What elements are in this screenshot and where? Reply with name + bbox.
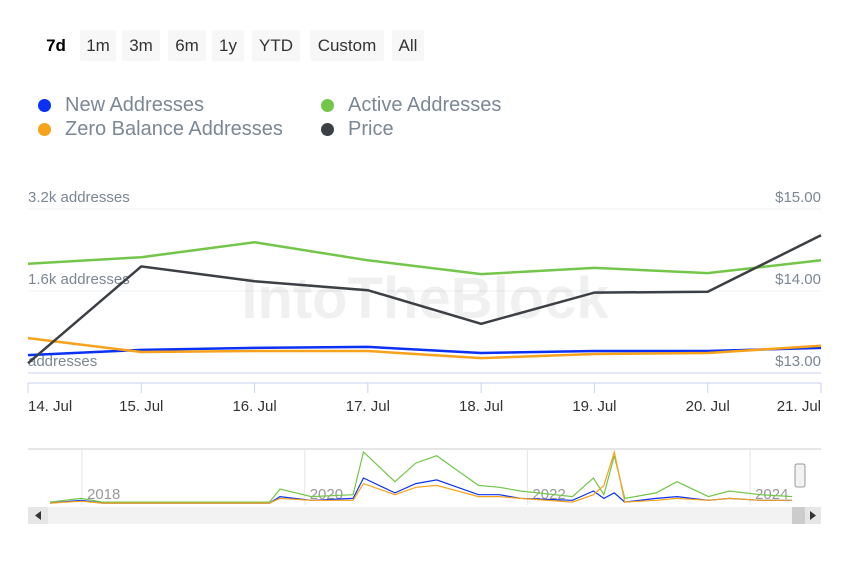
x-axis-label: 18. Jul [459,398,503,415]
scrollbar-track[interactable] [28,507,821,524]
x-axis-label: 20. Jul [686,398,730,415]
x-axis-label: 16. Jul [232,398,276,415]
right-axis-label: $14.00 [775,271,821,288]
right-axis-label: $15.00 [775,189,821,206]
left-axis-label: 1.6k addresses [28,271,130,288]
chart: addresses $13.001.6k addresses $14.003.2k … [27,189,822,524]
x-axis-label: 15. Jul [119,398,163,415]
x-axis-label: 21. Jul [777,398,821,415]
x-axis-label: 14. Jul [28,398,72,415]
navigator-series-new [49,477,792,504]
navigator-series-zero [49,449,792,504]
left-axis-label: 3.2k addresses [28,189,130,206]
x-axis-label: 19. Jul [572,398,616,415]
right-axis-label: $13.00 [775,353,821,370]
navigator-series-active [49,450,793,503]
watermark-logo: IntoTheBlock [241,266,609,331]
x-axis-label: 17. Jul [346,398,390,415]
scrollbar-thumb[interactable] [792,507,805,524]
navigator-handle[interactable] [794,463,806,488]
series-line-zero-balance-addresses [27,336,822,360]
